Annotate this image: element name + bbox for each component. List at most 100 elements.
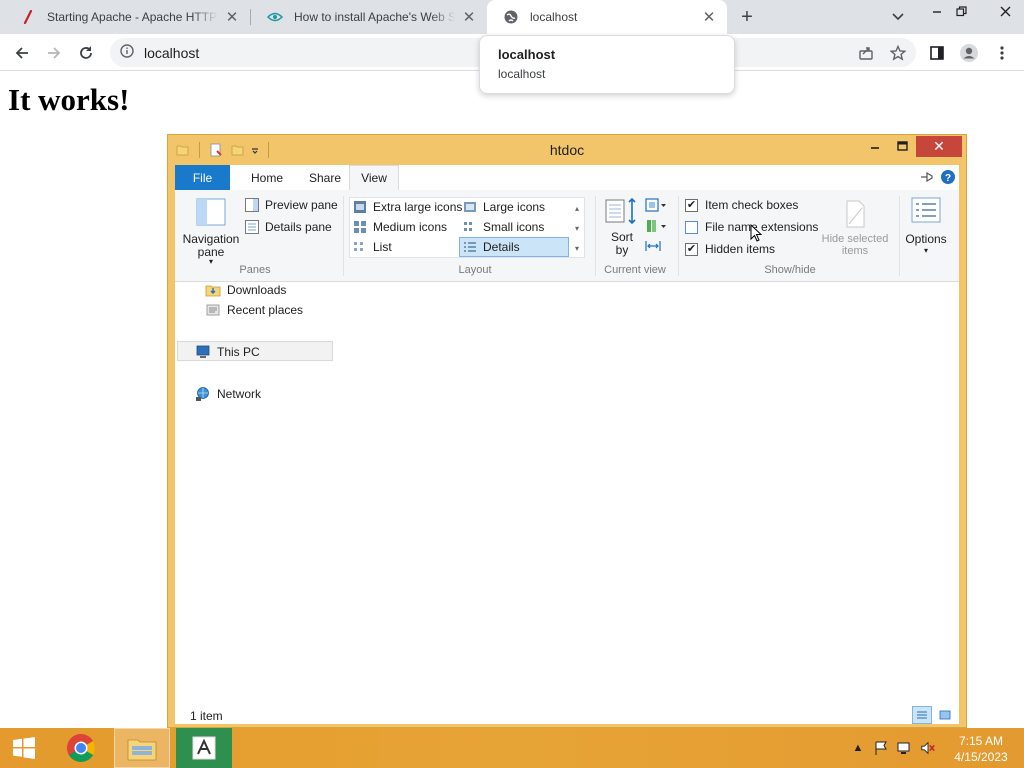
close-window-icon[interactable]: [986, 0, 1024, 22]
explorer-content-area: Downloads Recent places This PC Network: [175, 282, 959, 706]
nav-item-downloads[interactable]: Downloads: [205, 282, 286, 298]
back-button[interactable]: [8, 39, 36, 67]
layout-details[interactable]: Details: [463, 240, 520, 254]
medium-icons-icon: [354, 221, 366, 233]
layout-gallery-scroll[interactable]: ▴ ▾ ▾: [571, 199, 583, 257]
view-ribbon: Navigation pane ▾ Preview pane Details p…: [175, 190, 959, 282]
windows-taskbar: ▲ 7:15 AM 4/15/2023: [0, 728, 1024, 768]
layout-list[interactable]: List: [353, 240, 392, 254]
tab-title: localhost: [530, 10, 578, 24]
explorer-window-title: htdoc: [549, 142, 585, 158]
tab-file[interactable]: File: [175, 165, 230, 190]
tab-localhost[interactable]: localhost ✕: [487, 0, 727, 34]
taskbar-clock[interactable]: 7:15 AM 4/15/2023: [948, 733, 1014, 765]
group-by-button[interactable]: [645, 198, 667, 212]
bookmark-star-icon[interactable]: [884, 39, 912, 67]
sort-by-icon: [605, 197, 636, 225]
tab-install-apache[interactable]: How to install Apache's Web Server ✕: [251, 0, 487, 34]
item-check-boxes-checkbox[interactable]: ✔: [685, 198, 698, 212]
restore-window-icon[interactable]: [946, 0, 976, 22]
help-icon[interactable]: ?: [940, 169, 956, 188]
taskbar-file-explorer[interactable]: [114, 728, 170, 768]
small-icons-icon: [464, 222, 472, 231]
action-center-flag-icon[interactable]: [873, 740, 889, 756]
layout-medium-icons[interactable]: Medium icons: [353, 220, 447, 234]
forward-button[interactable]: [40, 39, 68, 67]
recent-places-icon: [206, 304, 220, 316]
tab-home[interactable]: Home: [235, 165, 299, 190]
navigation-pane-label: Navigation pane: [182, 232, 240, 259]
explorer-title-bar[interactable]: htdoc ✕: [168, 135, 966, 165]
sort-by-button[interactable]: Sort by: [605, 196, 639, 257]
layout-extra-large-icons[interactable]: Extra large icons: [353, 200, 462, 214]
hidden-items-toggle[interactable]: ✔ Hidden items: [685, 242, 775, 256]
hide-selected-items-button[interactable]: Hide selected items: [815, 198, 895, 257]
navigation-pane-button[interactable]: Navigation pane ▾: [183, 196, 239, 266]
ribbon-separator: [899, 196, 900, 276]
clock-time: 7:15 AM: [958, 734, 1004, 748]
taskbar-xampp[interactable]: [176, 728, 232, 768]
panes-group-label: Panes: [239, 264, 271, 276]
taskbar-chrome[interactable]: [53, 728, 109, 768]
chrome-icon: [67, 734, 95, 762]
add-columns-button[interactable]: [645, 219, 667, 233]
sort-by-label: Sort by: [610, 230, 633, 257]
layout-large-icons[interactable]: Large icons: [463, 200, 545, 214]
explorer-minimize-icon[interactable]: [866, 135, 884, 157]
network-icon: [196, 387, 209, 401]
file-name-extensions-checkbox[interactable]: [685, 220, 698, 234]
chrome-menu-icon[interactable]: [988, 39, 1016, 67]
item-count: 1 item: [190, 709, 223, 723]
pin-ribbon-icon[interactable]: [919, 170, 935, 187]
tab-share[interactable]: Share: [299, 165, 351, 190]
group-by-icon: [645, 198, 666, 212]
layout-group-label: Layout: [458, 264, 492, 276]
hidden-items-checkbox[interactable]: ✔: [685, 242, 698, 256]
extra-large-icons-icon: [354, 201, 366, 213]
network-tray-icon[interactable]: [897, 740, 913, 756]
explorer-close-button[interactable]: ✕: [916, 136, 962, 157]
details-pane-button[interactable]: Details pane: [245, 220, 332, 234]
explorer-maximize-icon[interactable]: [892, 135, 912, 157]
new-tab-button[interactable]: +: [735, 5, 759, 29]
close-tab-icon[interactable]: ✕: [224, 9, 240, 26]
preview-pane-icon: [245, 198, 259, 212]
page-heading: It works!: [8, 82, 130, 117]
size-columns-to-fit-button[interactable]: [645, 239, 661, 253]
show-hidden-icons-chevron-icon[interactable]: ▲: [850, 740, 866, 756]
ribbon-separator: [343, 196, 344, 276]
site-info-icon[interactable]: [120, 44, 134, 61]
eye-icon: [267, 9, 283, 25]
close-tab-icon[interactable]: ✕: [701, 9, 717, 26]
tab-starting-apache[interactable]: Starting Apache - Apache HTTP Server ✕: [4, 0, 250, 34]
profile-avatar-icon[interactable]: [955, 39, 983, 67]
tab-view[interactable]: View: [349, 165, 399, 190]
list-view-icon: [354, 242, 363, 251]
reload-button[interactable]: [72, 39, 100, 67]
large-icons-view-toggle-icon[interactable]: [935, 706, 955, 724]
this-pc-icon: [196, 345, 210, 358]
details-view-toggle-icon[interactable]: [912, 706, 932, 724]
details-view-icon: [464, 242, 476, 252]
item-check-boxes-toggle[interactable]: ✔ Item check boxes: [685, 198, 798, 212]
options-button[interactable]: Options ▾: [903, 196, 949, 255]
share-icon[interactable]: [852, 39, 880, 67]
globe-icon: [503, 9, 519, 25]
volume-muted-icon[interactable]: [920, 740, 936, 756]
start-button[interactable]: [0, 728, 48, 768]
file-explorer-window: htdoc ✕ File Home Share View ? Navigatio…: [167, 134, 967, 728]
hover-card-url: localhost: [498, 67, 546, 81]
dropdown-arrow-icon: ▾: [208, 257, 213, 266]
windows-logo-icon: [13, 737, 35, 759]
file-explorer-icon: [127, 739, 157, 761]
nav-item-network[interactable]: Network: [195, 386, 261, 402]
preview-pane-button[interactable]: Preview pane: [245, 198, 338, 212]
dropdown-arrow-icon: ▾: [923, 246, 928, 255]
side-panel-icon[interactable]: [923, 39, 951, 67]
layout-small-icons[interactable]: Small icons: [463, 220, 544, 234]
tab-title: Starting Apache - Apache HTTP Server: [47, 10, 218, 24]
nav-item-recent-places[interactable]: Recent places: [205, 302, 303, 318]
tab-search-chevron-icon[interactable]: [886, 5, 910, 29]
close-tab-icon[interactable]: ✕: [461, 9, 477, 26]
nav-item-this-pc[interactable]: This PC: [195, 344, 260, 360]
